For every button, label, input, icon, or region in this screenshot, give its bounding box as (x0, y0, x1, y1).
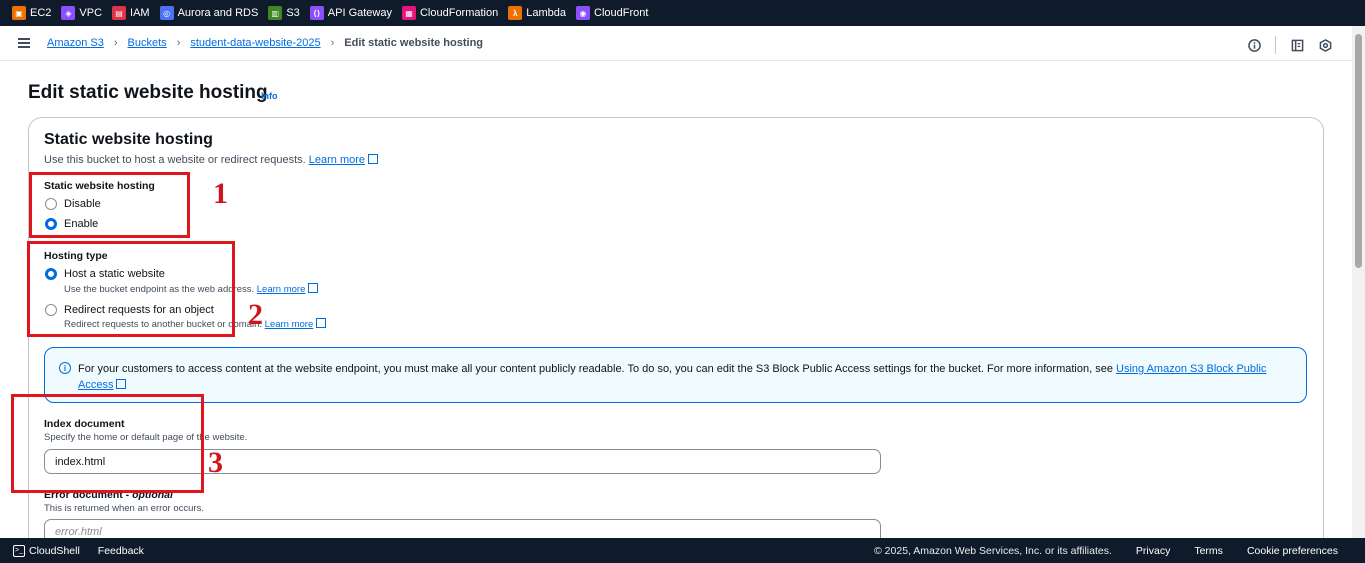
terminal-icon: >_ (13, 544, 25, 557)
breadcrumb-buckets[interactable]: Buckets (128, 37, 167, 49)
page-title: Edit static website hosting (28, 82, 268, 103)
public-access-alert: i For your customers to access content a… (44, 347, 1307, 403)
cloudfront-icon: ◉ (576, 6, 591, 20)
api-gateway-icon: ⟨⟩ (309, 6, 324, 20)
breadcrumb: Amazon S3 › Buckets › student-data-websi… (47, 37, 483, 49)
feedback-link[interactable]: Feedback (98, 545, 144, 557)
external-link-icon (316, 318, 327, 328)
annotation-number-1: 1 (213, 177, 228, 210)
cloudformation-icon: ▦ (401, 6, 416, 20)
service-cloudformation[interactable]: ▦ CloudFormation (401, 6, 498, 20)
privacy-link[interactable]: Privacy (1136, 545, 1170, 557)
redirect-learn-more-link[interactable]: Learn more (265, 319, 314, 330)
service-s3[interactable]: ▥ S3 (268, 6, 300, 20)
service-rds[interactable]: ◎ Aurora and RDS (159, 6, 258, 20)
annotation-box-3 (11, 394, 204, 493)
service-api-gateway[interactable]: ⟨⟩ API Gateway (309, 6, 392, 20)
container-description: Use this bucket to host a website or red… (44, 154, 379, 166)
chevron-right-icon: › (113, 37, 118, 49)
annotation-box-2 (27, 241, 235, 337)
breadcrumb-current: Edit static website hosting (344, 37, 484, 49)
service-ec2[interactable]: ▣ EC2 (12, 6, 51, 20)
terms-link[interactable]: Terms (1194, 545, 1223, 557)
external-link-icon (368, 154, 379, 164)
chevron-right-icon: › (330, 37, 335, 49)
chevron-right-icon: › (176, 37, 181, 49)
footer: >_ CloudShell Feedback © 2025, Amazon We… (0, 538, 1365, 563)
service-iam[interactable]: ▤ IAM (112, 6, 150, 20)
container-title: Static website hosting (44, 131, 213, 148)
service-lambda[interactable]: λ Lambda (508, 6, 566, 20)
vpc-icon: ◈ (61, 6, 76, 20)
services-bar: ▣ EC2 ◈ VPC ▤ IAM ◎ Aurora and RDS ▥ S3 ⟨⟩ API… (0, 0, 1365, 26)
alert-text: For your customers to access content at … (78, 363, 1267, 391)
s3-icon: ▥ (268, 6, 283, 20)
scrollbar-thumb[interactable] (1355, 34, 1362, 268)
error-document-description: This is returned when an error occurs. (44, 503, 204, 514)
breadcrumb-bucket[interactable]: student-data-website-2025 (190, 37, 320, 49)
breadcrumb-amazon-s3[interactable]: Amazon S3 (47, 37, 104, 49)
iam-icon: ▤ (112, 6, 127, 20)
annotation-number-2: 2 (248, 298, 263, 331)
rds-icon: ◎ (159, 6, 174, 20)
service-cloudfront[interactable]: ◉ CloudFront (576, 6, 648, 20)
cloudshell-button[interactable]: >_ CloudShell (13, 544, 80, 557)
cookie-preferences-link[interactable]: Cookie preferences (1247, 545, 1338, 557)
scrollbar[interactable] (1352, 26, 1365, 538)
notifications-panel-icon[interactable] (1290, 38, 1304, 52)
annotation-box-1 (29, 172, 190, 238)
info-circle-icon[interactable] (1247, 38, 1261, 52)
lambda-icon: λ (508, 6, 523, 20)
learn-more-link[interactable]: Learn more (309, 154, 365, 166)
copyright-text: © 2025, Amazon Web Services, Inc. or its… (874, 544, 1112, 557)
annotation-number-3: 3 (208, 446, 223, 479)
info-link[interactable]: Info (261, 91, 278, 101)
menu-icon[interactable] (18, 38, 30, 48)
info-icon: i (59, 362, 71, 374)
external-link-icon (116, 379, 127, 389)
breadcrumb-bar: Amazon S3 › Buckets › student-data-websi… (0, 26, 1352, 61)
external-link-icon (308, 283, 319, 293)
host-static-learn-more-link[interactable]: Learn more (257, 284, 306, 295)
settings-hexagon-icon[interactable] (1318, 38, 1332, 52)
service-vpc[interactable]: ◈ VPC (61, 6, 102, 20)
ec2-icon: ▣ (12, 6, 26, 20)
